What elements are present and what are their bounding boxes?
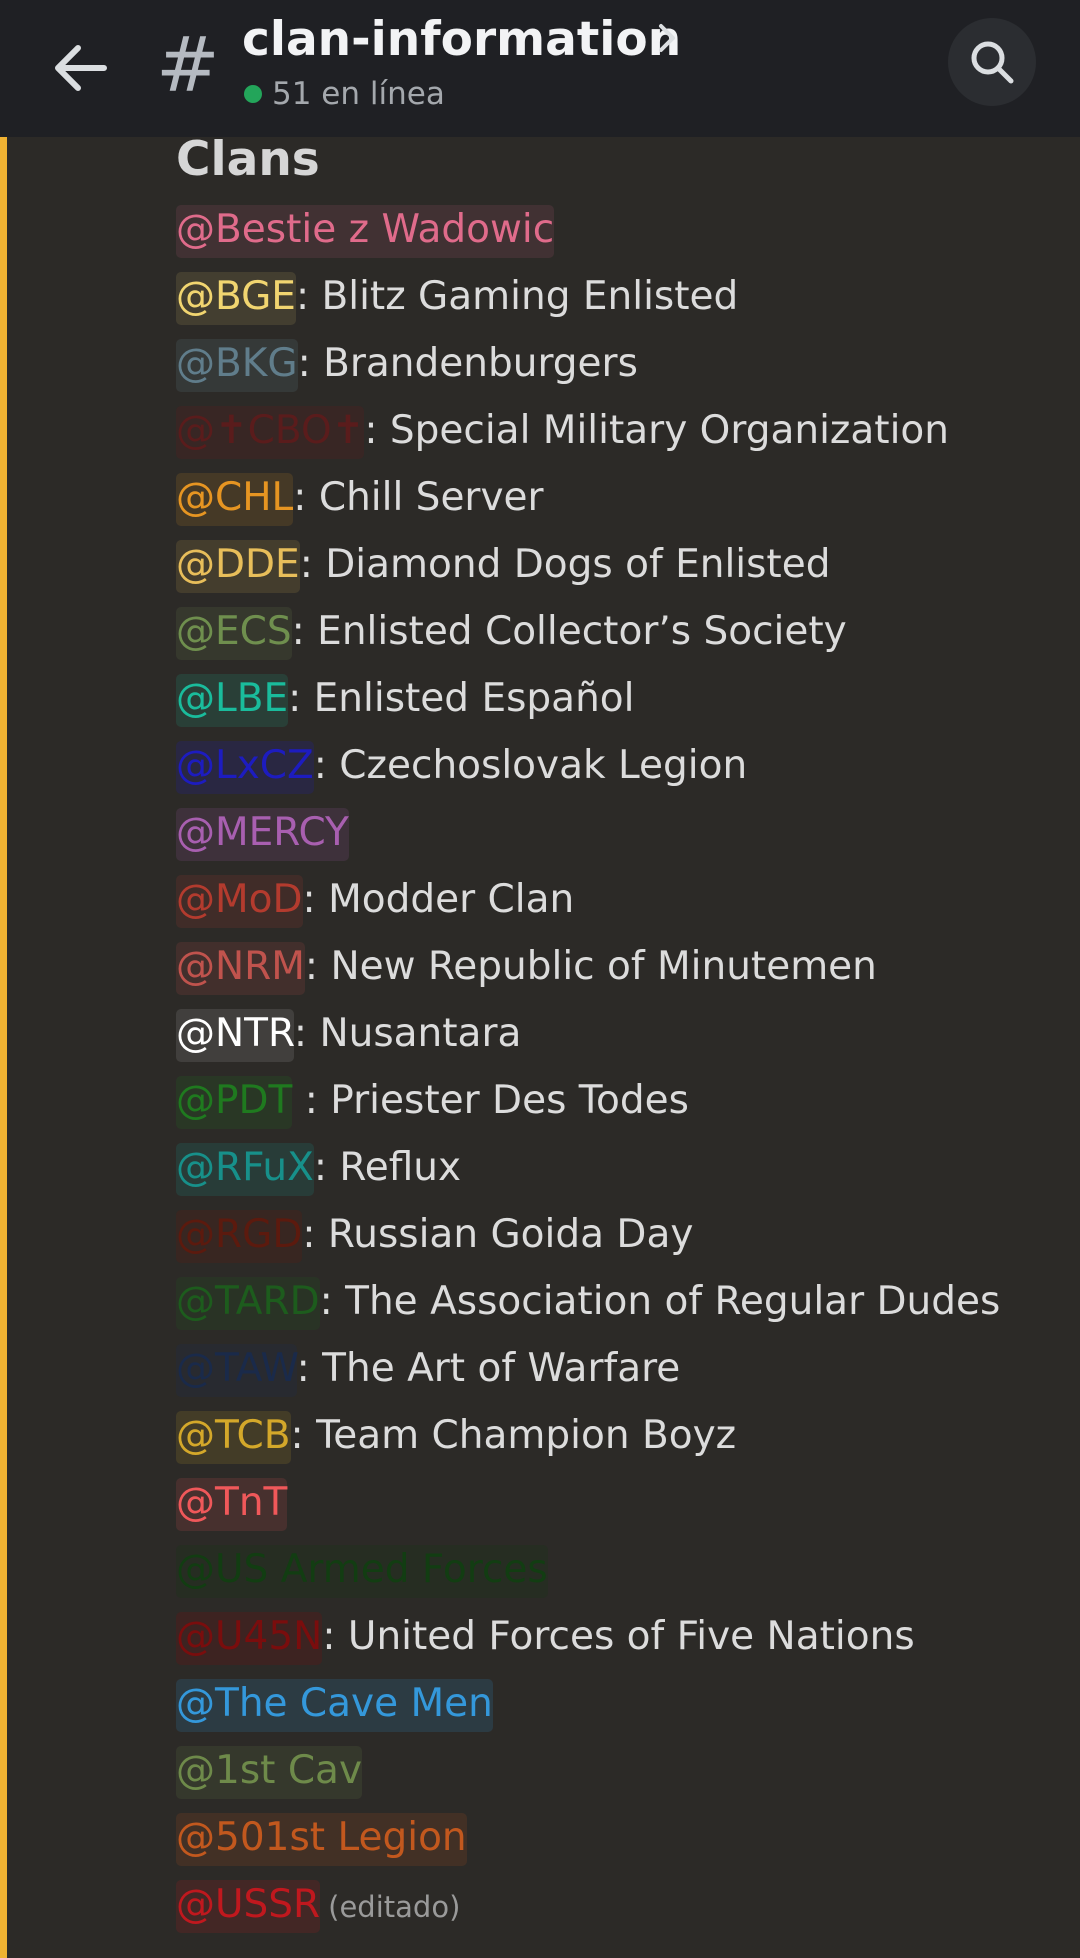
- role-mention[interactable]: @Bestie z Wadowic: [176, 205, 555, 258]
- clan-description: : Nusantara: [293, 1011, 522, 1056]
- clan-row: @NRM: New Republic of Minutemen: [176, 933, 1056, 1000]
- clan-row: @BGE: Blitz Gaming Enlisted: [176, 263, 1056, 330]
- edited-label: (editado): [328, 1890, 461, 1924]
- role-mention[interactable]: @NRM: [176, 942, 305, 995]
- clan-row: @NTR: Nusantara: [176, 1000, 1056, 1067]
- role-mention[interactable]: @NTR: [176, 1009, 294, 1062]
- role-mention[interactable]: @1st Cav: [176, 1746, 363, 1799]
- role-mention[interactable]: @LBE: [176, 674, 289, 727]
- online-status: 51 en línea: [244, 76, 445, 112]
- clan-description: : Brandenburgers: [297, 341, 638, 386]
- role-mention[interactable]: @ECS: [176, 607, 292, 660]
- clan-row: @US Armed Forces: [176, 1536, 1056, 1603]
- clan-description: : Special Military Organization: [364, 408, 949, 453]
- clan-description: : Blitz Gaming Enlisted: [295, 274, 739, 319]
- role-mention[interactable]: @LxCZ: [176, 741, 314, 794]
- clan-description: : Chill Server: [293, 475, 544, 520]
- clan-description: : New Republic of Minutemen: [304, 944, 877, 989]
- role-mention[interactable]: @MERCY: [176, 808, 349, 861]
- clan-row: @RFuX: Reflux: [176, 1134, 1056, 1201]
- clan-description: : Priester Des Todes: [292, 1078, 689, 1123]
- chevron-right-icon[interactable]: [657, 22, 677, 63]
- clan-row: @Bestie z Wadowic: [176, 196, 1056, 263]
- role-mention[interactable]: @DDE: [176, 540, 300, 593]
- role-mention[interactable]: @The Cave Men: [176, 1679, 493, 1732]
- role-mention[interactable]: @RFuX: [176, 1143, 314, 1196]
- clan-row: @PDT : Priester Des Todes: [176, 1067, 1056, 1134]
- clan-description: : Diamond Dogs of Enlisted: [299, 542, 831, 587]
- clan-row: @CHL: Chill Server: [176, 464, 1056, 531]
- role-mention[interactable]: @USSR: [176, 1880, 321, 1933]
- clan-row: @BKG: Brandenburgers: [176, 330, 1056, 397]
- clan-description: : Enlisted Español: [288, 676, 635, 721]
- role-mention[interactable]: @RGD: [176, 1210, 303, 1263]
- clan-row: @USSR (editado): [176, 1871, 1056, 1938]
- clan-row: @The Cave Men: [176, 1670, 1056, 1737]
- clan-description: : Team Champion Boyz: [290, 1413, 737, 1458]
- clan-row: @TCB: Team Champion Boyz: [176, 1402, 1056, 1469]
- clan-description: : Russian Goida Day: [302, 1212, 694, 1257]
- clan-list: @Bestie z Wadowic @BGE: Blitz Gaming Enli…: [176, 196, 1056, 1938]
- clan-description: : Reflux: [313, 1145, 462, 1190]
- clan-description: : Enlisted Collector’s Society: [291, 609, 847, 654]
- clan-row: @MERCY: [176, 799, 1056, 866]
- clan-row: @DDE: Diamond Dogs of Enlisted: [176, 531, 1056, 598]
- clan-row: @ECS: Enlisted Collector’s Society: [176, 598, 1056, 665]
- role-mention[interactable]: @MoD: [176, 875, 303, 928]
- clan-row: @LxCZ: Czechoslovak Legion: [176, 732, 1056, 799]
- channel-title[interactable]: clan-information: [242, 6, 681, 74]
- arrow-left-icon: [55, 45, 107, 91]
- role-mention[interactable]: @CHL: [176, 473, 294, 526]
- role-mention[interactable]: @501st Legion: [176, 1813, 467, 1866]
- clan-description: : United Forces of Five Nations: [322, 1614, 915, 1659]
- clan-row: @LBE: Enlisted Español: [176, 665, 1056, 732]
- channel-header: # clan-information 51 en línea: [0, 0, 1080, 137]
- role-mention[interactable]: @U45N: [176, 1612, 323, 1665]
- online-count: 51 en línea: [272, 76, 445, 112]
- clan-row: @501st Legion: [176, 1804, 1056, 1871]
- clan-row: @TnT: [176, 1469, 1056, 1536]
- hash-icon: #: [156, 20, 220, 109]
- clan-description: : The Association of Regular Dudes: [319, 1279, 1001, 1324]
- clans-heading: Clans: [176, 132, 320, 187]
- clan-row: @1st Cav: [176, 1737, 1056, 1804]
- clan-row: @✝CBO✝: Special Military Organization: [176, 397, 1056, 464]
- back-button[interactable]: [40, 28, 120, 108]
- clan-row: @U45N: United Forces of Five Nations: [176, 1603, 1056, 1670]
- role-mention[interactable]: @TARD: [176, 1277, 320, 1330]
- clan-description: : Czechoslovak Legion: [313, 743, 748, 788]
- role-mention[interactable]: @PDT: [176, 1076, 293, 1129]
- role-mention[interactable]: @BGE: [176, 272, 296, 325]
- online-dot-icon: [244, 85, 262, 103]
- message-content: Clans @Bestie z Wadowic @BGE: Blitz Gamin…: [176, 128, 1056, 1938]
- clan-row: @TAW: The Art of Warfare: [176, 1335, 1056, 1402]
- search-icon: [971, 41, 1014, 84]
- clan-row: @RGD: Russian Goida Day: [176, 1201, 1056, 1268]
- clan-description: : The Art of Warfare: [296, 1346, 681, 1391]
- message-highlight-bar: [0, 137, 7, 1958]
- clan-description: : Modder Clan: [302, 877, 575, 922]
- role-mention[interactable]: @✝CBO✝: [176, 406, 365, 459]
- role-mention[interactable]: @US Armed Forces: [176, 1545, 548, 1598]
- clan-row: @TARD: The Association of Regular Dudes: [176, 1268, 1056, 1335]
- search-button[interactable]: [948, 18, 1036, 106]
- role-mention[interactable]: @TnT: [176, 1478, 288, 1531]
- role-mention[interactable]: @TAW: [176, 1344, 297, 1397]
- clan-row: @MoD: Modder Clan: [176, 866, 1056, 933]
- role-mention[interactable]: @BKG: [176, 339, 298, 392]
- role-mention[interactable]: @TCB: [176, 1411, 291, 1464]
